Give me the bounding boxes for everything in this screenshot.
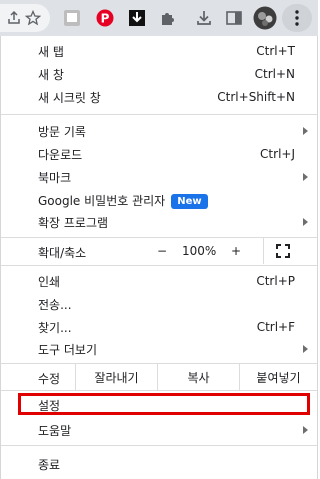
puzzle-icon[interactable]	[156, 6, 180, 30]
menu-item-label: 전송...	[38, 297, 72, 312]
star-icon[interactable]	[21, 6, 45, 30]
menu-item-extensions[interactable]: 확장 프로그램	[1, 209, 317, 235]
menu-item-label: 새 창	[38, 67, 64, 82]
menu-separator	[1, 445, 317, 446]
zoom-out-button[interactable]: −	[152, 242, 172, 260]
submenu-arrow-icon	[303, 218, 308, 226]
menu-kebab-icon[interactable]	[285, 6, 309, 30]
menu-separator	[1, 390, 317, 391]
menu-item-label: 새 탭	[38, 44, 64, 59]
menu-item-label: 도구 더보기	[38, 342, 98, 357]
menu-item-shortcut: Ctrl+Shift+N	[217, 90, 295, 104]
svg-text:P: P	[101, 12, 110, 26]
browser-toolbar: P	[0, 0, 318, 36]
menu-separator	[1, 114, 317, 115]
menu-item-label: 종료	[38, 457, 61, 472]
menu-item-shortcut: Ctrl+T	[256, 44, 295, 58]
menu-item-help[interactable]: 도움말	[1, 417, 317, 443]
menu-item-label: 도움말	[38, 423, 72, 438]
menu-item-label: 인쇄	[38, 274, 61, 289]
submenu-arrow-icon	[303, 345, 308, 353]
submenu-arrow-icon	[303, 173, 308, 181]
zoom-level: 100%	[182, 244, 217, 258]
menu-item-new-incognito[interactable]: 새 시크릿 창 Ctrl+Shift+N	[1, 84, 317, 110]
zoom-divider	[263, 238, 264, 264]
edit-row: 수정 잘라내기 복사 붙여넣기	[1, 364, 317, 390]
copy-button[interactable]: 복사	[157, 364, 239, 390]
menu-item-shortcut: Ctrl+N	[254, 67, 295, 81]
menu-item-shortcut: Ctrl+F	[256, 320, 295, 334]
submenu-arrow-icon	[303, 426, 308, 434]
zoom-row: 확대/축소 − 100% +	[1, 238, 317, 264]
submenu-arrow-icon	[303, 127, 308, 135]
extension-notes-icon[interactable]	[60, 6, 84, 30]
menu-item-label: 찾기...	[38, 320, 72, 335]
cut-button[interactable]: 잘라내기	[75, 364, 157, 390]
menu-item-exit[interactable]: 종료	[1, 451, 317, 477]
side-panel-icon[interactable]	[222, 6, 246, 30]
menu-item-shortcut: Ctrl+P	[256, 274, 295, 288]
menu-item-label: 다운로드	[38, 147, 83, 162]
password-manager-label: Google 비밀번호 관리자	[38, 193, 166, 208]
download-icon[interactable]	[192, 6, 216, 30]
menu-item-label: 확장 프로그램	[38, 215, 109, 230]
zoom-in-button[interactable]: +	[226, 242, 246, 260]
paste-button[interactable]: 붙여넣기	[239, 364, 317, 390]
menu-item-shortcut: Ctrl+J	[260, 147, 295, 161]
settings-highlight-box	[18, 393, 310, 415]
menu-item-more-tools[interactable]: 도구 더보기	[1, 336, 317, 362]
download-extension-icon[interactable]	[125, 6, 149, 30]
new-badge: New	[171, 193, 208, 209]
menu-item-label: 북마크	[38, 170, 72, 185]
pinterest-icon[interactable]: P	[93, 6, 117, 30]
zoom-label: 확대/축소	[38, 246, 87, 260]
menu-item-label: 새 시크릿 창	[38, 90, 101, 105]
profile-avatar[interactable]	[252, 5, 278, 31]
edit-label: 수정	[38, 372, 61, 386]
menu-separator	[1, 265, 317, 266]
fullscreen-icon[interactable]	[273, 242, 293, 260]
menu-item-label: 방문 기록	[38, 124, 86, 139]
menu-item-label: Google 비밀번호 관리자 New	[38, 192, 208, 209]
